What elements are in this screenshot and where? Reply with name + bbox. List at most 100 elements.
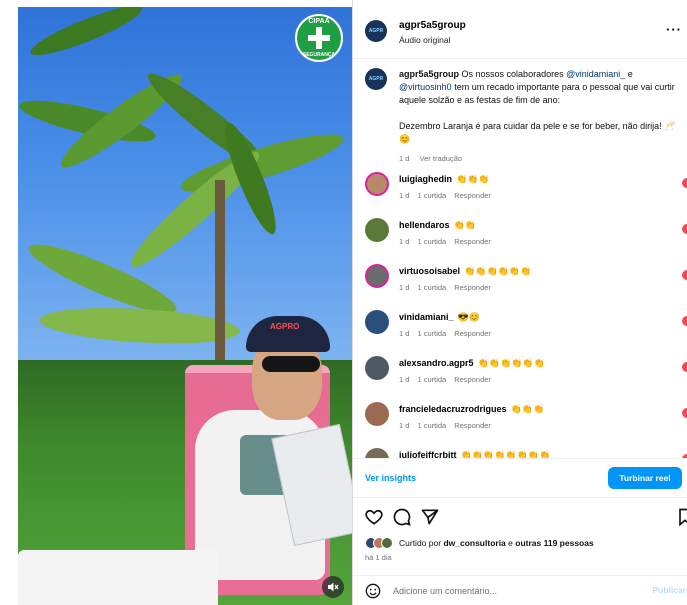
comment-username-text[interactable]: virtuosoisabel — [399, 266, 460, 276]
comments-list[interactable]: AGPR agpr5a5group Os nossos colaboradore… — [353, 60, 687, 458]
frame-top-border — [0, 0, 352, 7]
comment-time: 1 d — [399, 329, 410, 338]
liked-by-prefix: Curtido por — [399, 538, 442, 548]
cipaa-logo: CIPAA SEGURANÇA — [295, 14, 343, 62]
emoji-icon[interactable] — [365, 583, 381, 599]
comment-username-text[interactable]: vinidamiani_ — [399, 312, 454, 322]
comment-time: 1 d — [399, 237, 410, 246]
comment-text: 👏👏👏👏👏👏 — [464, 266, 532, 276]
comment-username[interactable]: juliofeiffcrbitt 👏👏👏👏👏👏👏👏 — [399, 450, 550, 458]
comment-time: 1 d — [399, 421, 410, 430]
reply-link[interactable]: Responder — [454, 237, 491, 246]
likes-summary: Curtido por dw_consultoria e outras 119 … — [353, 534, 687, 564]
heart-icon[interactable] — [682, 362, 687, 372]
avatar[interactable] — [365, 448, 389, 458]
heart-icon[interactable] — [682, 408, 687, 418]
comment-username[interactable]: alexsandro.agpr5 👏👏👏👏👏👏 — [399, 358, 545, 369]
speaker-muted-icon[interactable] — [322, 576, 344, 598]
cross-icon — [308, 27, 330, 49]
comment-likes[interactable]: 1 curtida — [417, 421, 446, 430]
bookmark-icon[interactable] — [675, 507, 687, 527]
list-item: francieledacruzrodrigues 👏👏👏 1 d 1 curtida R… — [353, 402, 687, 448]
comment-username-text[interactable]: francieledacruzrodrigues — [399, 404, 507, 414]
comment-meta: 1 d 1 curtida Responder — [399, 191, 499, 200]
cipaa-logo-top-text: CIPAA — [308, 18, 330, 25]
liked-by-mid: e — [508, 538, 513, 548]
comment-likes[interactable]: 1 curtida — [417, 283, 446, 292]
post-time: há 1 dia — [365, 553, 392, 562]
view-insights-link[interactable]: Ver insights — [365, 473, 416, 483]
caption-username[interactable]: agpr5a5group — [399, 69, 459, 79]
list-item: juliofeiffcrbitt 👏👏👏👏👏👏👏👏 — [353, 448, 687, 458]
avatar[interactable]: AGPR — [365, 68, 387, 90]
heart-icon[interactable] — [364, 507, 384, 527]
comment-time: 1 d — [399, 191, 410, 200]
comment-likes[interactable]: 1 curtida — [417, 329, 446, 338]
comment-icon[interactable] — [392, 507, 412, 527]
comment-username-text[interactable]: hellendaros — [399, 220, 450, 230]
heart-icon[interactable] — [682, 270, 687, 280]
comment-meta: 1 d 1 curtida Responder — [399, 329, 499, 338]
white-table — [18, 550, 218, 605]
avatar[interactable] — [365, 172, 389, 196]
insights-bar: Ver insights Turbinar reel — [353, 458, 687, 498]
comment-username[interactable]: vinidamiani_ 😎😊 — [399, 312, 480, 323]
list-item: virtuosoisabel 👏👏👏👏👏👏 1 d 1 curtida Responde… — [353, 264, 687, 310]
liked-by-user[interactable]: dw_consultoria — [443, 538, 505, 548]
comment-username-text[interactable]: luigiaghedin — [399, 174, 452, 184]
comment-username-text[interactable]: juliofeiffcrbitt — [399, 450, 457, 458]
comment-text: 👏👏👏 — [510, 404, 545, 414]
reply-link[interactable]: Responder — [454, 375, 491, 384]
reply-link[interactable]: Responder — [454, 191, 491, 200]
avatar[interactable] — [365, 356, 389, 380]
reply-link[interactable]: Responder — [454, 283, 491, 292]
boost-reel-button[interactable]: Turbinar reel — [608, 467, 682, 489]
avatar[interactable] — [365, 402, 389, 426]
comment-likes[interactable]: 1 curtida — [417, 375, 446, 384]
comment-input[interactable] — [393, 582, 643, 600]
frame-left-border — [0, 7, 18, 605]
avatar[interactable]: AGPR — [365, 20, 387, 42]
heart-icon[interactable] — [682, 178, 687, 188]
caption-text: agpr5a5group Os nossos colaboradores @vi… — [399, 68, 684, 146]
original-audio-link[interactable]: Áudio original — [399, 35, 451, 45]
translate-link[interactable]: Ver tradução — [420, 154, 463, 163]
caption-text-part: Dezembro Laranja é para cuidar da pele e… — [399, 121, 676, 144]
liked-by-others[interactable]: outras 119 pessoas — [515, 538, 593, 548]
comment-username[interactable]: virtuosoisabel 👏👏👏👏👏👏 — [399, 266, 531, 277]
comment-likes[interactable]: 1 curtida — [417, 191, 446, 200]
cipaa-logo-bottom-text: SEGURANÇA — [302, 52, 336, 58]
comment-meta: 1 d 1 curtida Responder — [399, 283, 499, 292]
comment-username-text[interactable]: alexsandro.agpr5 — [399, 358, 474, 368]
comment-time: 1 d — [399, 375, 410, 384]
avatar[interactable] — [365, 264, 389, 288]
comment-text: 😎😊 — [457, 312, 480, 322]
comment-username[interactable]: hellendaros 👏👏 — [399, 220, 476, 231]
reel-video[interactable]: AGPRO CIPAA SEGURANÇA — [0, 0, 352, 605]
avatar[interactable] — [365, 218, 389, 242]
avatar[interactable] — [365, 310, 389, 334]
palm-trunk — [215, 180, 225, 360]
reply-link[interactable]: Responder — [454, 421, 491, 430]
more-options-icon[interactable]: ··· — [666, 22, 682, 37]
reply-link[interactable]: Responder — [454, 329, 491, 338]
list-item: hellendaros 👏👏 1 d 1 curtida Responder — [353, 218, 687, 264]
comment-likes[interactable]: 1 curtida — [417, 237, 446, 246]
heart-icon[interactable] — [682, 316, 687, 326]
share-icon[interactable] — [420, 507, 440, 527]
comment-time: 1 d — [399, 283, 410, 292]
liker-avatars[interactable] — [365, 537, 397, 549]
comment-username[interactable]: francieledacruzrodrigues 👏👏👏 — [399, 404, 544, 415]
heart-icon[interactable] — [682, 224, 687, 234]
mention-link[interactable]: @vinidamiani_ — [566, 69, 625, 79]
comment-username[interactable]: luigiaghedin 👏👏👏 — [399, 174, 490, 185]
liked-by-text[interactable]: Curtido por dw_consultoria e outras 119 … — [399, 538, 594, 548]
list-item: alexsandro.agpr5 👏👏👏👏👏👏 1 d 1 curtida Respon… — [353, 356, 687, 402]
post-author-username[interactable]: agpr5a5group — [399, 20, 466, 31]
list-item: luigiaghedin 👏👏👏 1 d 1 curtida Responder — [353, 172, 687, 218]
post-comment-button[interactable]: Publicar — [652, 585, 686, 595]
caption-text-part: Os nossos colaboradores — [461, 69, 564, 79]
mention-link[interactable]: @virtuosinh0 — [399, 82, 452, 92]
avatar — [381, 537, 393, 549]
comment-text: 👏👏👏👏👏👏 — [477, 358, 545, 368]
